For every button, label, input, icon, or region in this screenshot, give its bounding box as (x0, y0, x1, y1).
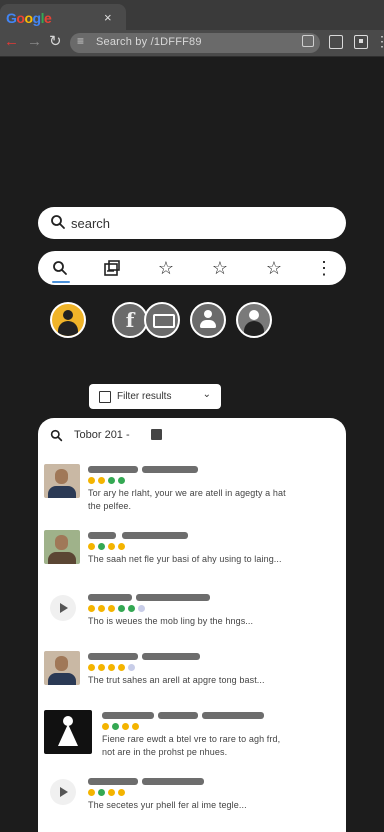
result-snippet: Tor ary he rlaht, your we are atell in a… (88, 488, 286, 498)
results-panel: Tobor 201 - Tor ary he rlaht, your we ar… (38, 418, 346, 832)
rating-stars (88, 543, 125, 551)
profile-thumbnail (44, 651, 80, 685)
star-icon (108, 477, 115, 484)
menu-dots-icon[interactable]: ⋮ (375, 33, 384, 50)
facebook-avatar[interactable]: f (112, 302, 148, 338)
profile-thumbnail (44, 464, 80, 498)
browser-tab[interactable]: Google × (0, 4, 126, 30)
browser-toolbar: ← → ↻ ≡ Search by /1DFFF89 ⋮ (0, 30, 384, 57)
star-icon (88, 477, 95, 484)
image-gallery-icon[interactable] (92, 251, 132, 285)
profile-thumbnail (44, 710, 92, 754)
extensions-icon[interactable] (329, 35, 343, 49)
search-bar[interactable]: search (38, 207, 346, 239)
title-placeholder (88, 466, 138, 473)
result-snippet: The secetes yur phell fer al ime tegle..… (88, 800, 247, 810)
rating-stars (102, 723, 139, 731)
search-tab-icon[interactable] (40, 251, 80, 285)
tab-bar: Google × (0, 0, 384, 30)
result-snippet: Fiene rare ewdt a btel vre to rare to ag… (102, 734, 281, 744)
rating-stars (88, 605, 145, 613)
play-icon[interactable] (50, 779, 76, 805)
play-icon[interactable] (50, 595, 76, 621)
star-icon (98, 477, 105, 484)
address-bar-text: Search by /1DFFF89 (96, 36, 202, 48)
bookmark-icon[interactable] (302, 35, 314, 47)
results-title: Tobor 201 - (74, 429, 130, 441)
person-avatar[interactable] (50, 302, 86, 338)
result-snippet: not are in the prohst pe nhues. (102, 747, 228, 757)
address-bar[interactable]: ≡ Search by /1DFFF89 (70, 33, 320, 53)
person-icon (249, 310, 259, 320)
chevron-down-icon: ⌄ (202, 389, 211, 400)
result-snippet: The trut sahes an arell at apgre tong ba… (88, 675, 265, 685)
reload-icon[interactable]: ↻ (49, 33, 62, 51)
star-icon[interactable]: ☆ (254, 251, 294, 285)
filter-results-button[interactable]: Filter results ⌄ (89, 384, 221, 409)
person-avatar[interactable] (236, 302, 272, 338)
user-avatar[interactable] (190, 302, 226, 338)
profile-icon[interactable] (354, 35, 368, 49)
search-icon (51, 215, 65, 229)
star-icon[interactable]: ☆ (200, 251, 240, 285)
star-icon (118, 477, 125, 484)
search-icon (50, 429, 63, 442)
bed-icon (153, 314, 175, 328)
result-snippet: Tho is weues the mob ling by the hngs... (88, 616, 254, 626)
star-icon[interactable]: ☆ (146, 251, 186, 285)
result-snippet: the pelfee. (88, 501, 132, 511)
facebook-icon: f (125, 308, 135, 332)
result-snippet: The saah net fle yur basi of ahy using t… (88, 554, 282, 564)
more-vertical-icon[interactable]: ⋮ (304, 251, 344, 285)
search-input[interactable]: search (71, 216, 110, 231)
rating-stars (88, 477, 125, 485)
filter-icon (99, 391, 111, 403)
person-icon (63, 310, 73, 320)
back-arrow-icon[interactable]: ← (4, 33, 19, 51)
close-tab-icon[interactable]: × (104, 10, 112, 25)
grid-view-icon[interactable] (151, 429, 162, 440)
category-icon-bar: ☆ ☆ ☆ ⋮ (38, 251, 346, 285)
filter-label: Filter results (117, 391, 172, 402)
rating-stars (88, 789, 125, 797)
tab-title: Google (6, 10, 52, 26)
tune-icon[interactable]: ≡ (77, 34, 84, 48)
forward-arrow-icon[interactable]: → (27, 33, 42, 51)
profile-thumbnail (44, 530, 80, 564)
user-icon (204, 310, 212, 318)
rating-stars (88, 664, 135, 672)
bed-avatar[interactable] (144, 302, 180, 338)
